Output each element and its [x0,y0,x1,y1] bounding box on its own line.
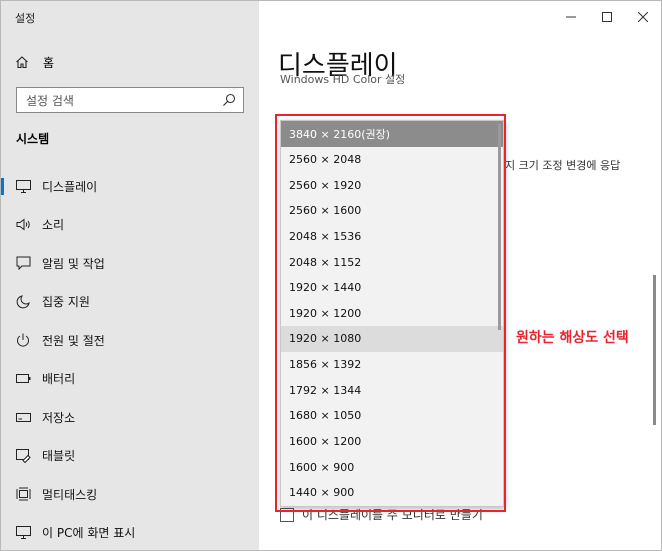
home-icon [15,55,29,69]
sidebar-item-label: 이 PC에 화면 표시 [42,526,136,541]
speaker-icon [15,217,31,233]
project-icon [15,525,31,541]
home-button[interactable]: 홈 [15,51,54,73]
sidebar-item-label: 멀티태스킹 [42,487,98,502]
sidebar-item-label: 알림 및 작업 [42,256,105,271]
titlebar-controls [553,1,661,33]
sidebar-item-label: 태블릿 [42,449,76,464]
search-icon[interactable] [221,92,237,108]
sidebar-item-sound[interactable]: 소리 [1,206,259,245]
sidebar-item-tablet[interactable]: 태블릿 [1,437,259,476]
sidebar-nav: 디스플레이 소리 알림 및 작업 집중 지원 전원 및 절전 배터리 저장소 태… [1,167,259,551]
search-input[interactable]: 설정 검색 [16,87,244,113]
scaling-setting-text: 지 크기 조정 변경에 응답 [505,159,621,172]
close-button[interactable] [625,1,661,33]
highlight-box [275,114,506,512]
notification-icon [15,255,31,271]
sidebar-item-multitasking[interactable]: 멀티태스킹 [1,475,259,514]
sidebar-item-storage[interactable]: 저장소 [1,398,259,437]
sidebar-item-battery[interactable]: 배터리 [1,360,259,399]
moon-icon [15,294,31,310]
sidebar: 설정 홈 설정 검색 시스템 디스플레이 소리 알림 및 작업 집중 지원 전원… [1,1,259,550]
power-icon [15,332,31,348]
tablet-icon [15,448,31,464]
sidebar-item-label: 배터리 [42,372,76,387]
minimize-icon [566,12,576,22]
sidebar-item-display[interactable]: 디스플레이 [1,167,259,206]
page-scrollbar[interactable] [653,275,656,425]
sidebar-item-project[interactable]: 이 PC에 화면 표시 [1,514,259,551]
hd-color-link[interactable]: Windows HD Color 설정 [280,74,405,84]
sidebar-item-label: 집중 지원 [42,295,90,310]
annotation-label: 원하는 해상도 선택 [516,330,629,346]
monitor-icon [15,178,31,194]
home-label: 홈 [43,55,55,70]
window-title: 설정 [15,12,36,25]
settings-window: 설정 홈 설정 검색 시스템 디스플레이 소리 알림 및 작업 집중 지원 전원… [0,0,662,551]
maximize-button[interactable] [589,1,625,33]
sidebar-item-label: 소리 [42,218,65,233]
section-title: 시스템 [16,132,50,146]
close-icon [638,12,648,22]
sidebar-item-label: 저장소 [42,410,76,425]
sidebar-item-label: 디스플레이 [42,179,98,194]
battery-icon [15,371,31,387]
storage-icon [15,409,31,425]
sidebar-item-label: 전원 및 절전 [42,333,105,348]
minimize-button[interactable] [553,1,589,33]
sidebar-item-power[interactable]: 전원 및 절전 [1,321,259,360]
maximize-icon [602,12,612,22]
sidebar-item-focus-assist[interactable]: 집중 지원 [1,283,259,322]
search-placeholder: 설정 검색 [26,93,74,108]
sidebar-item-notifications[interactable]: 알림 및 작업 [1,244,259,283]
multitasking-icon [15,486,31,502]
